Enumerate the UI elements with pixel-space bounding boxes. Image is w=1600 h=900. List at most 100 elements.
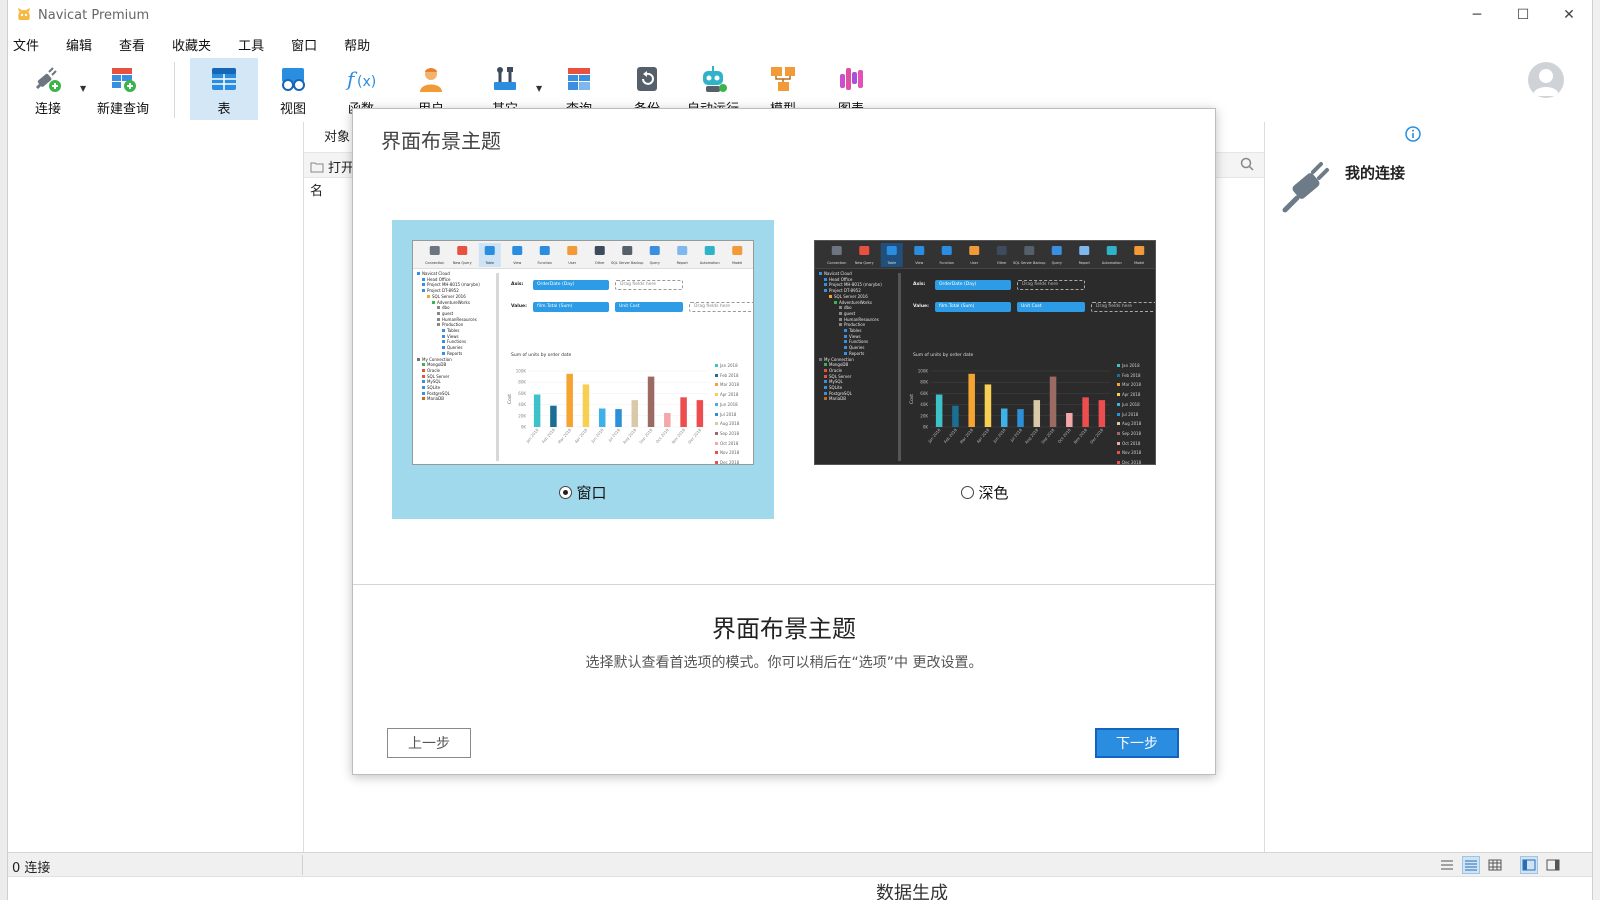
search-icon[interactable] [1240,157,1254,171]
preview-tree-icon [824,363,827,367]
menu-window[interactable]: 窗口 [286,35,325,54]
toolbar-table-button[interactable]: 表 [190,58,258,120]
preview-toolbar-icon [969,246,980,255]
preview-y-tick-label: 0K [521,425,527,430]
preview-tree-icon [442,329,445,333]
connection-dropdown-icon[interactable]: ▼ [80,84,86,93]
preview-toolbar-label: Function [538,261,552,265]
preview-tree-icon [442,340,445,344]
preview-legend-item: Oct 2018 [1117,439,1141,449]
theme-option-dark[interactable]: Connection New Query Table View Function User… [794,220,1176,519]
toolbar-new-query-button[interactable]: 新建查询 [94,58,152,120]
preview-toolbar-label: Other [595,261,605,265]
open-button[interactable]: 打开 [310,157,354,176]
preview-toolbar-label: Query [650,261,660,265]
radio-dark[interactable] [961,486,975,499]
previous-button[interactable]: 上一步 [387,728,471,758]
preview-tree-label: MariaDB [829,396,846,402]
preview-x-tick-label: Jan 2018 [926,427,942,444]
preview-tree-icon [422,386,425,390]
navicat-logo-icon [18,8,30,20]
other-dropdown-icon[interactable]: ▼ [536,84,542,93]
preview-bar [952,405,959,427]
preview-legend-swatch [1117,364,1120,367]
minimize-button[interactable]: ─ [1454,0,1500,30]
preview-toolbar-label: Function [940,261,954,265]
preview-legend-item: Sep 2018 [715,429,739,439]
preview-tree-icon [819,272,822,275]
tab-objects[interactable]: 对象 [324,126,350,145]
preview-legend-label: Jul 2018 [720,411,737,417]
info-pane: 我的连接 [1264,122,1592,852]
preview-bar [582,384,590,427]
user-avatar[interactable] [1528,62,1564,98]
preview-tree-icon [834,300,837,304]
toolbar-view-button[interactable]: 视图 [270,58,316,120]
next-button[interactable]: 下一步 [1095,728,1179,758]
preview-x-tick-label: Jul 2018 [606,427,621,443]
preview-legend-swatch [715,383,718,387]
preview-legend-swatch [715,422,718,426]
preview-tree-icon [422,391,425,395]
preview-tree-label: Navicat Cloud [824,271,852,276]
menu-view[interactable]: 查看 [114,35,153,54]
info-icon[interactable] [1405,126,1421,142]
grid-view-button[interactable] [1486,856,1504,874]
navigation-pane [8,122,304,852]
toolbar-separator [174,62,175,118]
preview-axis-drop: Drag fields here [615,280,683,290]
preview-y-tick-label: 80K [920,380,928,385]
preview-value-label: Value: [913,304,929,309]
preview-tree-label: dbo [442,305,450,311]
preview-tree-icon [422,277,425,281]
toolbar-new-query-label: 新建查询 [96,102,149,117]
preview-chart-area: Axis: OrderDate (Day) Drag fields here V… [503,271,753,464]
preview-legend-label: Dec 2018 [1122,460,1142,465]
preview-x-tick-label: Oct 2018 [1057,427,1072,444]
grid-view-icon [1488,859,1502,871]
menu-file[interactable]: 文件 [8,35,47,54]
preview-tree-label: AdventureWorks [839,299,872,305]
nav-pane-icon [1522,859,1536,871]
radio-light[interactable] [559,486,573,499]
preview-legend-item: Mar 2018 [715,380,739,390]
preview-bar [1049,376,1057,427]
toolbar-connection-button[interactable]: 连接 [26,58,70,120]
preview-tree-label: Navicat Cloud [422,271,450,276]
folder-icon [310,162,324,172]
connection-count: 0 连接 [12,861,51,876]
preview-tree-scrollbar [898,273,901,461]
preview-tree-icon [422,289,425,293]
maximize-button[interactable]: ☐ [1500,0,1546,30]
preview-legend-item: Apr 2018 [1117,390,1141,400]
preview-toolbar-icon [1079,246,1090,255]
preview-x-tick-label: Nov 2018 [1072,427,1088,445]
theme-radio-dark[interactable]: 深色 [794,482,1176,503]
model-icon [766,62,800,96]
preview-legend-swatch [1117,441,1120,445]
show-info-pane-button[interactable] [1544,856,1562,874]
preview-legend-swatch [1117,383,1120,387]
theme-option-light[interactable]: Connection New Query Table View Function User… [392,220,774,519]
list-view-button[interactable] [1438,856,1456,874]
preview-x-tick-label: Dec 2018 [1089,427,1105,445]
name-column-header[interactable]: 名 [310,180,323,199]
preview-legend-swatch [715,373,718,377]
preview-legend-item: Sep 2018 [1117,429,1141,439]
preview-toolbar-icon [1106,246,1117,255]
show-nav-pane-button[interactable] [1520,856,1538,874]
theme-radio-light[interactable]: 窗口 [392,482,774,503]
detail-view-button[interactable] [1462,856,1480,874]
menu-edit[interactable]: 编辑 [61,35,100,54]
preview-legend-swatch [715,364,718,367]
preview-tree-label: Views [849,333,861,339]
preview-toolbar-label: Automation [1102,261,1122,265]
menu-tools[interactable]: 工具 [233,35,272,54]
preview-y-tick-label: 100K [918,369,929,374]
menu-help[interactable]: 帮助 [339,35,378,54]
menu-favorites[interactable]: 收藏夹 [167,35,219,54]
dialog-separator [353,584,1215,585]
close-button[interactable]: ✕ [1546,0,1592,30]
preview-legend-item: Mar 2018 [1117,380,1141,390]
preview-legend-item: Feb 2018 [1117,371,1141,381]
